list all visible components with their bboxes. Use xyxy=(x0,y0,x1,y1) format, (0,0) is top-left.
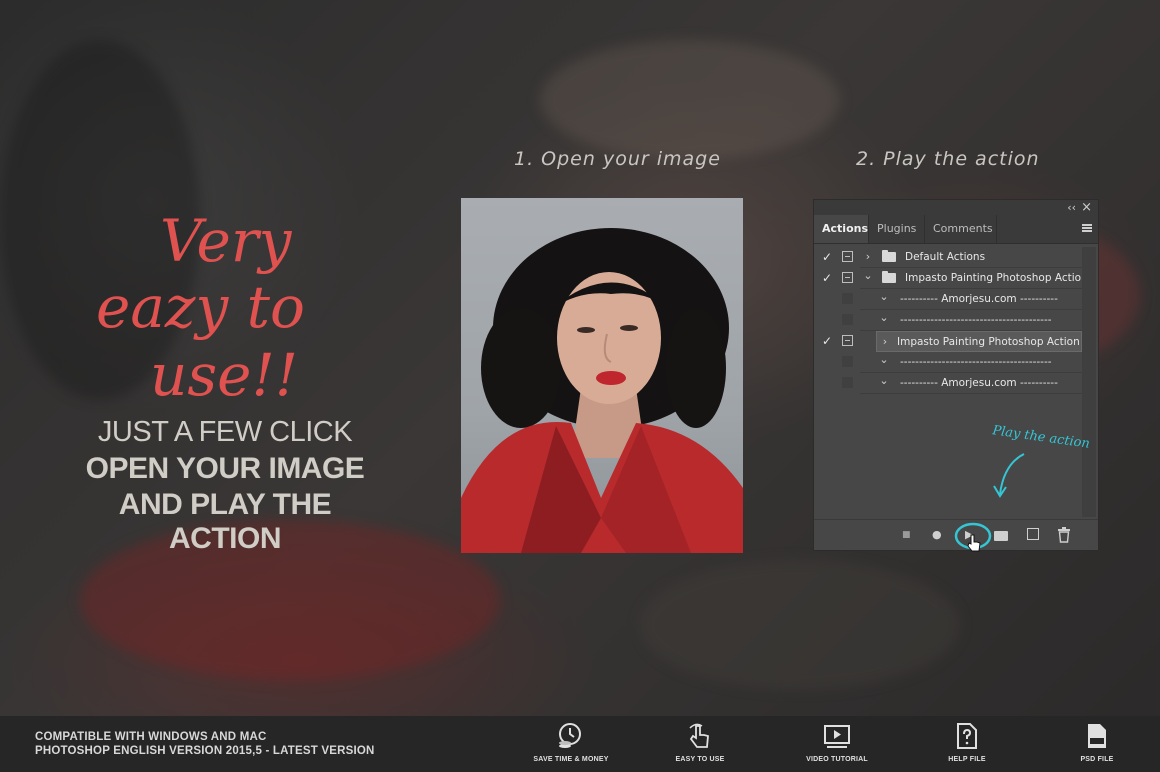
feature-easy: EASY TO USE xyxy=(655,722,745,763)
folder-icon xyxy=(882,250,896,262)
feature-label: EASY TO USE xyxy=(675,756,725,763)
promo-canvas: Very eazy to use!! JUST A FEW CLICK OPEN… xyxy=(0,0,1160,772)
panel-bottom-bar: ■ ● ▶ xyxy=(814,519,1098,552)
step-two-label: 2. Play the action xyxy=(856,148,1040,170)
actions-panel: ‹‹ × Actions Plugins Comments ✓ › Defaul… xyxy=(813,199,1099,552)
subline-play-action: AND PLAY THE ACTION xyxy=(118,488,332,555)
headline-eazy-to: eazy to xyxy=(96,273,305,341)
action-set-label: Impasto Painting Photoshop Action xyxy=(905,272,1088,284)
portrait-photo xyxy=(461,198,743,553)
action-label: Impasto Painting Photoshop Action xyxy=(897,336,1080,348)
trash-icon[interactable] xyxy=(1057,527,1071,543)
dialog-toggle-off[interactable] xyxy=(842,314,853,325)
feature-label: PSD FILE xyxy=(1080,756,1114,763)
action-row-default[interactable]: ✓ › Default Actions xyxy=(814,247,1082,268)
compat-version: PHOTOSHOP ENGLISH VERSION 2015,5 - LATES… xyxy=(35,745,375,757)
dialog-toggle-icon[interactable] xyxy=(842,272,853,283)
footer-bar: COMPATIBLE WITH WINDOWS AND MAC PHOTOSHO… xyxy=(0,716,1160,772)
new-set-folder-icon[interactable] xyxy=(994,531,1008,541)
dialog-toggle-off[interactable] xyxy=(842,377,853,388)
chevron-down-icon[interactable]: ⌄ xyxy=(878,353,890,366)
panel-tabs: Actions Plugins Comments xyxy=(814,215,1098,244)
annotation-arrow-icon xyxy=(993,453,1025,498)
panel-scrollbar[interactable] xyxy=(1082,247,1096,517)
feature-save-time: SAVE TIME & MONEY xyxy=(526,722,616,763)
chevron-down-icon[interactable]: ⌄ xyxy=(878,311,890,324)
action-row-separator[interactable]: ⌄ ---------- Amorjesu.com ---------- xyxy=(814,373,1082,394)
feature-help: HELP FILE xyxy=(922,722,1012,763)
video-icon xyxy=(824,725,850,748)
cursor-hand-icon xyxy=(967,534,981,552)
headline-very: Very xyxy=(160,207,292,275)
dialog-toggle-icon[interactable] xyxy=(842,251,853,262)
action-row-separator[interactable]: ⌄ --------------------------------------… xyxy=(814,310,1082,331)
help-file-icon xyxy=(957,723,977,749)
chevron-down-icon[interactable]: ⌄ xyxy=(878,374,890,387)
subline-few-click: JUST A FEW CLICK xyxy=(97,416,353,448)
action-row-separator[interactable]: ⌄ --------------------------------------… xyxy=(814,352,1082,373)
chevron-right-icon[interactable]: › xyxy=(879,335,891,348)
new-action-icon[interactable] xyxy=(1027,528,1039,540)
panel-titlebar: ‹‹ × xyxy=(814,200,1098,215)
feature-psd: PSD FILE xyxy=(1052,722,1142,763)
check-icon[interactable]: ✓ xyxy=(820,250,834,264)
chevron-right-icon[interactable]: › xyxy=(862,250,874,263)
chevron-down-icon[interactable]: ⌄ xyxy=(878,290,890,303)
dialog-toggle-off[interactable] xyxy=(842,356,853,367)
folder-open-icon xyxy=(882,271,896,283)
bg-stroke xyxy=(640,560,960,690)
tab-comments[interactable]: Comments xyxy=(925,215,997,243)
tab-plugins[interactable]: Plugins xyxy=(869,215,925,243)
check-icon[interactable]: ✓ xyxy=(820,334,834,348)
dialog-toggle-icon[interactable] xyxy=(842,335,853,346)
bg-stroke xyxy=(540,40,840,160)
check-icon[interactable]: ✓ xyxy=(820,271,834,285)
compat-os: COMPATIBLE WITH WINDOWS AND MAC xyxy=(35,731,267,743)
action-row-impasto-set[interactable]: ✓ ⌄ Impasto Painting Photoshop Action xyxy=(814,268,1088,289)
feature-label: HELP FILE xyxy=(948,756,986,763)
chevron-down-icon[interactable]: ⌄ xyxy=(862,269,874,282)
headline-use: use!! xyxy=(150,341,299,409)
step-one-label: 1. Open your image xyxy=(514,148,721,170)
feature-label: VIDEO TUTORIAL xyxy=(806,756,868,763)
action-row-impasto-selected[interactable]: ✓ › Impasto Painting Photoshop Action xyxy=(814,331,1082,352)
feature-video: VIDEO TUTORIAL xyxy=(792,722,882,763)
psd-file-icon xyxy=(1088,724,1106,748)
collapse-icon[interactable]: ‹‹ xyxy=(1067,200,1076,215)
action-label: ---------------------------------------- xyxy=(900,314,1052,326)
feature-label: SAVE TIME & MONEY xyxy=(533,756,609,763)
panel-menu-icon[interactable] xyxy=(1082,224,1092,232)
dialog-toggle-off[interactable] xyxy=(842,293,853,304)
clock-coins-icon xyxy=(559,723,581,748)
tab-actions[interactable]: Actions xyxy=(814,215,869,243)
action-label: ---------------------------------------- xyxy=(900,356,1052,368)
hand-tap-icon xyxy=(689,723,709,748)
record-icon[interactable]: ● xyxy=(932,528,942,542)
action-set-label: Default Actions xyxy=(905,251,986,263)
close-icon[interactable]: × xyxy=(1081,200,1092,215)
portrait-illustration xyxy=(461,228,743,553)
subline-open-image: OPEN YOUR IMAGE xyxy=(85,452,365,485)
action-row-separator[interactable]: ⌄ ---------- Amorjesu.com ---------- xyxy=(814,289,1082,310)
action-label: ---------- Amorjesu.com ---------- xyxy=(900,377,1058,389)
action-label: ---------- Amorjesu.com ---------- xyxy=(900,293,1058,305)
stop-icon[interactable]: ■ xyxy=(902,528,911,542)
